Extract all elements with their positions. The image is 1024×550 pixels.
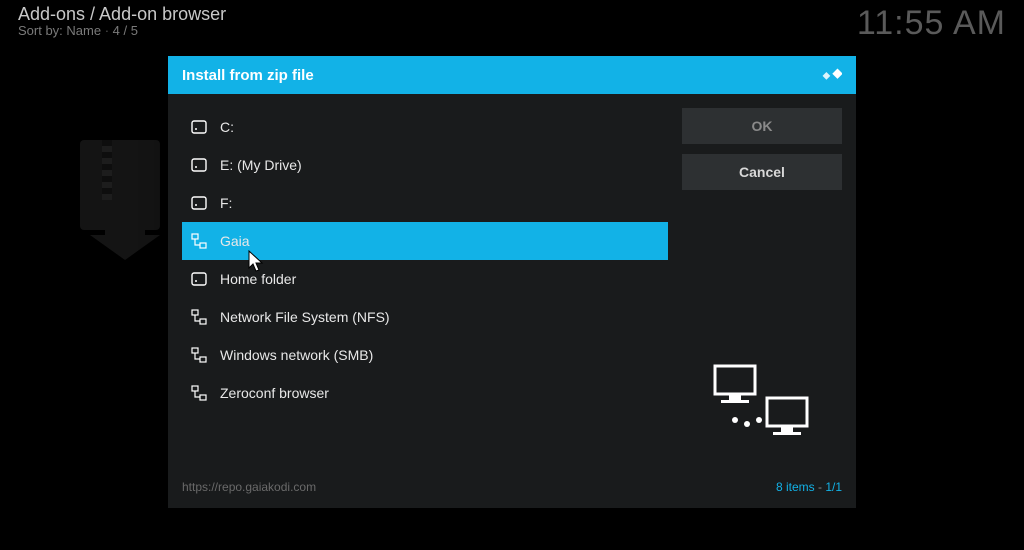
disk-icon bbox=[190, 270, 208, 288]
sort-info: Sort by: Name · 4 / 5 bbox=[18, 23, 226, 38]
file-item-e-drive[interactable]: E: (My Drive) bbox=[182, 146, 668, 184]
file-list: C: E: (My Drive) F: Gaia bbox=[182, 108, 668, 480]
file-item-c-drive[interactable]: C: bbox=[182, 108, 668, 146]
file-item-gaia[interactable]: Gaia bbox=[182, 222, 668, 260]
disk-icon bbox=[190, 156, 208, 174]
network-icon bbox=[190, 384, 208, 402]
file-item-f-drive[interactable]: F: bbox=[182, 184, 668, 222]
zip-download-icon bbox=[70, 140, 170, 260]
clock: 11:55 AM bbox=[857, 4, 1006, 43]
ok-button[interactable]: OK bbox=[682, 108, 842, 144]
file-item-home-folder[interactable]: Home folder bbox=[182, 260, 668, 298]
disk-icon bbox=[190, 118, 208, 136]
cancel-button[interactable]: Cancel bbox=[682, 154, 842, 190]
dialog-title-bar: Install from zip file bbox=[168, 56, 856, 94]
file-item-label: F: bbox=[220, 195, 232, 211]
file-item-zeroconf[interactable]: Zeroconf browser bbox=[182, 374, 668, 412]
file-item-label: Windows network (SMB) bbox=[220, 347, 373, 363]
file-item-nfs[interactable]: Network File System (NFS) bbox=[182, 298, 668, 336]
file-item-label: E: (My Drive) bbox=[220, 157, 302, 173]
network-icon bbox=[190, 346, 208, 364]
file-item-label: Network File System (NFS) bbox=[220, 309, 390, 325]
network-icon bbox=[190, 232, 208, 250]
footer-url: https://repo.gaiakodi.com bbox=[182, 480, 316, 502]
network-graphic-icon bbox=[707, 362, 817, 452]
disk-icon bbox=[190, 194, 208, 212]
file-item-label: Home folder bbox=[220, 271, 296, 287]
network-icon bbox=[190, 308, 208, 326]
dialog-title: Install from zip file bbox=[182, 67, 314, 84]
file-item-label: C: bbox=[220, 119, 234, 135]
file-item-label: Zeroconf browser bbox=[220, 385, 329, 401]
file-item-label: Gaia bbox=[220, 233, 250, 249]
dialog-footer: https://repo.gaiakodi.com 8 items - 1/1 bbox=[168, 480, 856, 508]
background-header: Add-ons / Add-on browser Sort by: Name ·… bbox=[0, 0, 1024, 43]
file-item-smb[interactable]: Windows network (SMB) bbox=[182, 336, 668, 374]
kodi-logo-icon bbox=[820, 64, 842, 86]
footer-item-count: 8 items - 1/1 bbox=[776, 480, 842, 502]
breadcrumb: Add-ons / Add-on browser bbox=[18, 4, 226, 25]
install-zip-dialog: Install from zip file C: E: (My Drive) bbox=[168, 56, 856, 508]
dialog-side-panel: OK Cancel bbox=[682, 108, 842, 480]
